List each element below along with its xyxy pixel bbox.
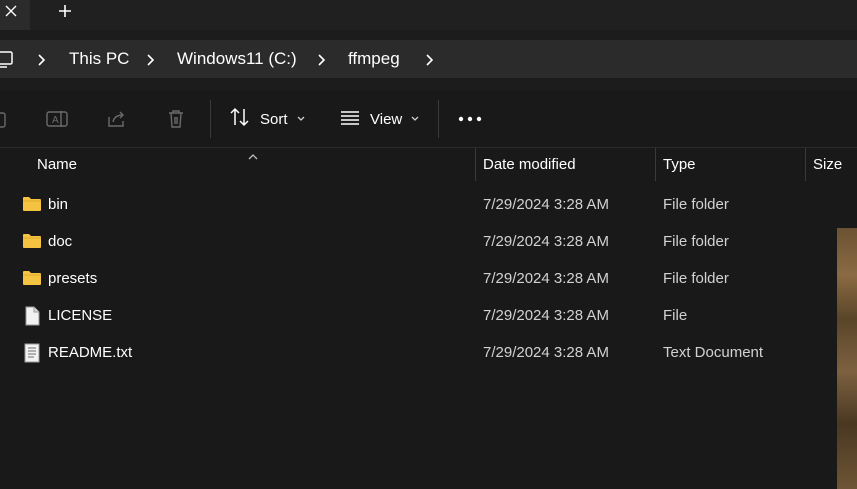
active-tab[interactable] (0, 0, 30, 30)
column-header-size[interactable]: Size (813, 148, 842, 181)
close-icon[interactable] (0, 0, 22, 22)
file-row[interactable]: bin 7/29/2024 3:28 AM File folder (0, 186, 835, 223)
more-dots-icon[interactable] (458, 90, 482, 148)
share-button[interactable] (106, 90, 128, 148)
file-type: File folder (663, 196, 729, 213)
file-type: File folder (663, 270, 729, 287)
file-name: doc (48, 233, 73, 250)
sort-label: Sort (260, 110, 288, 128)
file-name: bin (48, 196, 69, 213)
folder-icon (22, 195, 42, 218)
chevron-right-icon[interactable] (146, 53, 156, 71)
plus-icon[interactable] (52, 0, 78, 22)
file-name: README.txt (48, 344, 133, 361)
file-date-modified: 7/29/2024 3:28 AM (483, 233, 609, 250)
breadcrumb-this-pc[interactable]: This PC (69, 40, 129, 78)
delete-button[interactable] (166, 90, 186, 148)
file-row[interactable]: README.txt 7/29/2024 3:28 AM Text Docume… (0, 334, 835, 371)
text-file-icon (22, 343, 42, 368)
column-header-name[interactable]: Name (37, 148, 77, 181)
this-pc-icon[interactable] (0, 51, 14, 74)
file-row[interactable]: LICENSE 7/29/2024 3:28 AM File (0, 297, 835, 334)
file-date-modified: 7/29/2024 3:28 AM (483, 270, 609, 287)
sort-ascending-icon (247, 148, 259, 166)
breadcrumb-windows11-c[interactable]: Windows11 (C:) (177, 40, 297, 78)
address-row: This PC Windows11 (C:) ffmpeg (0, 30, 857, 90)
chevron-down-icon (410, 110, 420, 128)
view-label: View (370, 110, 403, 128)
file-date-modified: 7/29/2024 3:28 AM (483, 344, 609, 361)
toolbar-separator (210, 100, 211, 138)
file-type: Text Document (663, 344, 764, 361)
file-row[interactable]: doc 7/29/2024 3:28 AM File folder (0, 223, 835, 260)
file-name: LICENSE (48, 307, 113, 324)
sort-button[interactable]: Sort (229, 90, 306, 148)
breadcrumb-ffmpeg[interactable]: ffmpeg (348, 40, 400, 78)
column-header-date-modified[interactable]: Date modified (483, 148, 576, 181)
title-bar (0, 0, 857, 30)
column-header-type[interactable]: Type (663, 148, 696, 181)
command-bar: A Sort View (0, 90, 857, 148)
view-button[interactable]: View (339, 90, 420, 148)
file-type: File (663, 307, 688, 324)
chevron-down-icon (296, 110, 306, 128)
sort-arrows-icon (229, 107, 251, 132)
copy-button[interactable] (0, 90, 8, 148)
column-divider[interactable] (475, 148, 476, 181)
file-type: File folder (663, 233, 729, 250)
file-name: presets (48, 270, 98, 287)
toolbar-separator (438, 100, 439, 138)
address-bar[interactable]: This PC Windows11 (C:) ffmpeg (0, 40, 857, 78)
chevron-right-icon[interactable] (37, 53, 47, 71)
file-date-modified: 7/29/2024 3:28 AM (483, 196, 609, 213)
column-divider[interactable] (805, 148, 806, 181)
folder-icon (22, 232, 42, 255)
rename-button[interactable]: A (46, 90, 68, 148)
file-date-modified: 7/29/2024 3:28 AM (483, 307, 609, 324)
file-icon (22, 306, 42, 331)
svg-text:A: A (52, 115, 59, 126)
chevron-right-icon[interactable] (425, 53, 435, 71)
folder-icon (22, 269, 42, 292)
view-lines-icon (339, 107, 361, 132)
chevron-right-icon[interactable] (317, 53, 327, 71)
column-divider[interactable] (655, 148, 656, 181)
column-headers: Name Date modified Type Size (0, 148, 857, 181)
desktop-background (837, 228, 857, 489)
file-row[interactable]: presets 7/29/2024 3:28 AM File folder (0, 260, 835, 297)
